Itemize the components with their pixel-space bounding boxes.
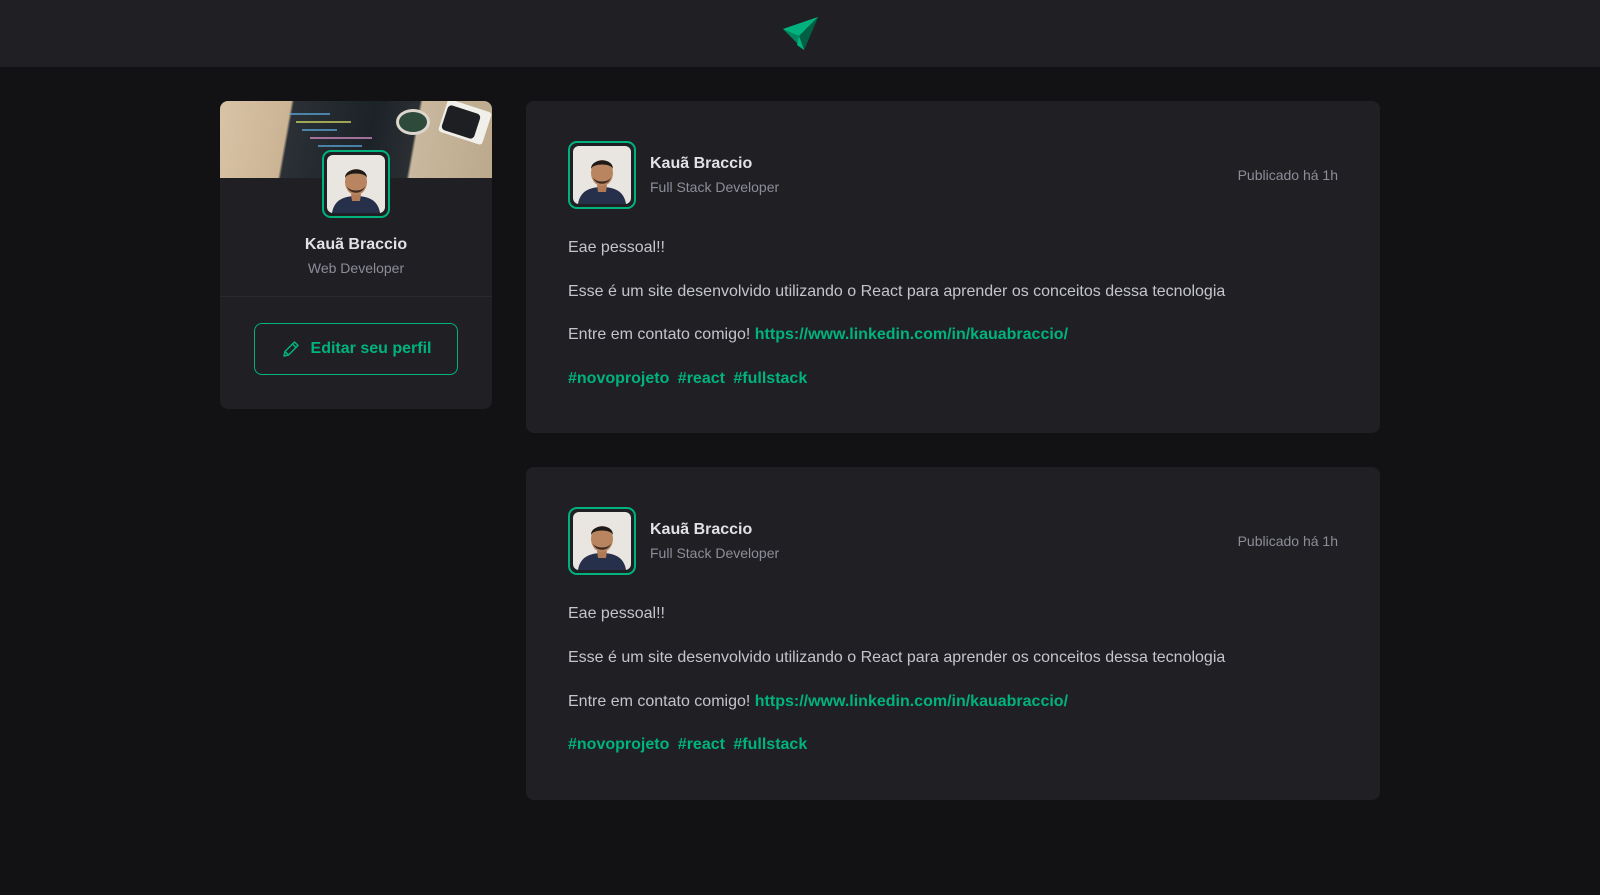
hashtag-link[interactable]: #novoprojeto	[568, 370, 669, 387]
author-role: Full Stack Developer	[650, 179, 780, 195]
author-info: Kauã Braccio Full Stack Developer	[650, 521, 779, 561]
post-header: Kauã Braccio Full Stack Developer Public…	[568, 507, 1338, 575]
author-avatar[interactable]	[568, 141, 636, 209]
author-info: Kauã Braccio Full Stack Developer	[650, 155, 779, 195]
post-greeting: Eae pessoal!!	[568, 239, 665, 256]
post-body: Esse é um site desenvolvido utilizando o…	[568, 282, 1226, 300]
top-header	[0, 0, 1600, 67]
author-role: Full Stack Developer	[650, 545, 780, 562]
posts-feed: Kauã Braccio Full Stack Developer Public…	[526, 101, 1380, 800]
post-body: Esse é um site desenvolvido utilizando o…	[568, 648, 1226, 666]
post-content: Eae pessoal!! Esse é um site desenvolvid…	[568, 601, 1338, 757]
post-card: Kauã Braccio Full Stack Developer Public…	[526, 101, 1380, 434]
hashtag-link[interactable]: #react	[678, 736, 725, 753]
post-header: Kauã Braccio Full Stack Developer Public…	[568, 141, 1338, 209]
hashtag-link[interactable]: #react	[678, 370, 725, 387]
linkedin-link[interactable]: https://www.linkedin.com/in/kauabraccio/	[755, 693, 1068, 710]
user-avatar[interactable]	[322, 150, 390, 218]
edit-profile-label: Editar seu perfil	[310, 340, 432, 357]
contact-prefix: Entre em contato comigo!	[568, 326, 751, 344]
contact-prefix: Entre em contato comigo!	[568, 692, 751, 710]
post-author: Kauã Braccio Full Stack Developer	[568, 141, 779, 209]
post-card: Kauã Braccio Full Stack Developer Public…	[526, 467, 1380, 800]
post-contact: Entre em contato comigo! https://www.lin…	[568, 689, 1338, 715]
author-name: Kauã Braccio	[650, 155, 753, 172]
post-content: Eae pessoal!! Esse é um site desenvolvid…	[568, 235, 1338, 391]
post-greeting: Eae pessoal!!	[568, 605, 665, 623]
profile-sidebar: Kauã Braccio Web Developer Editar seu pe…	[220, 101, 492, 409]
profile-name: Kauã Braccio	[304, 236, 408, 253]
linkedin-link[interactable]: https://www.linkedin.com/in/kauabraccio/	[755, 326, 1068, 343]
post-contact: Entre em contato comigo! https://www.lin…	[568, 322, 1338, 348]
post-author: Kauã Braccio Full Stack Developer	[568, 507, 779, 575]
edit-profile-button[interactable]: Editar seu perfil	[254, 323, 458, 375]
hashtag-link[interactable]: #novoprojeto	[568, 736, 669, 753]
author-avatar[interactable]	[568, 507, 636, 575]
post-hashtags: #novoprojeto #react #fullstack	[568, 732, 1338, 758]
author-name: Kauã Braccio	[650, 521, 753, 539]
page-wrapper: Kauã Braccio Web Developer Editar seu pe…	[220, 101, 1380, 800]
profile-role: Web Developer	[307, 260, 405, 276]
pencil-icon	[282, 341, 299, 357]
hashtag-link[interactable]: #fullstack	[733, 370, 807, 387]
post-hashtags: #novoprojeto #react #fullstack	[568, 366, 1338, 392]
sidebar-footer: Editar seu perfil	[220, 296, 492, 409]
paper-plane-icon[interactable]	[780, 14, 820, 54]
post-timestamp: Publicado há 1h	[1237, 533, 1338, 550]
post-timestamp: Publicado há 1h	[1237, 167, 1338, 183]
hashtag-link[interactable]: #fullstack	[733, 736, 807, 753]
